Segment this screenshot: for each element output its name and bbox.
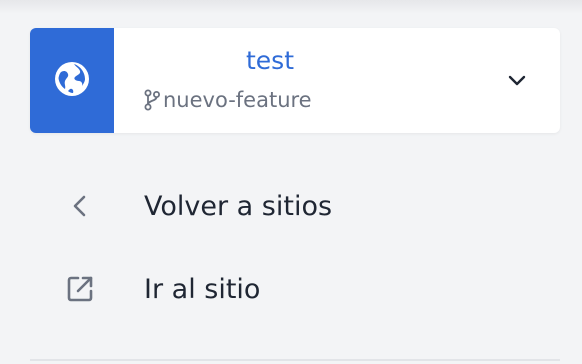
back-to-sites-link[interactable]: Volver a sitios	[30, 176, 560, 236]
site-info: test nuevo-feature	[114, 28, 560, 133]
top-shadow	[0, 0, 582, 14]
chevron-down-icon[interactable]	[504, 68, 530, 94]
divider	[30, 359, 560, 361]
external-link-icon	[64, 273, 96, 305]
go-to-site-label: Ir al sitio	[144, 273, 261, 305]
branch-name: nuevo-feature	[163, 88, 312, 112]
git-branch-icon	[144, 89, 160, 111]
back-to-sites-label: Volver a sitios	[144, 190, 333, 222]
go-to-site-link[interactable]: Ir al sitio	[30, 259, 560, 319]
site-branch: nuevo-feature	[144, 88, 312, 112]
globe-icon	[52, 59, 92, 103]
site-selector-card[interactable]: test nuevo-feature	[30, 28, 560, 133]
site-avatar	[30, 28, 114, 133]
site-name: test	[245, 46, 294, 75]
chevron-left-icon	[64, 190, 96, 222]
